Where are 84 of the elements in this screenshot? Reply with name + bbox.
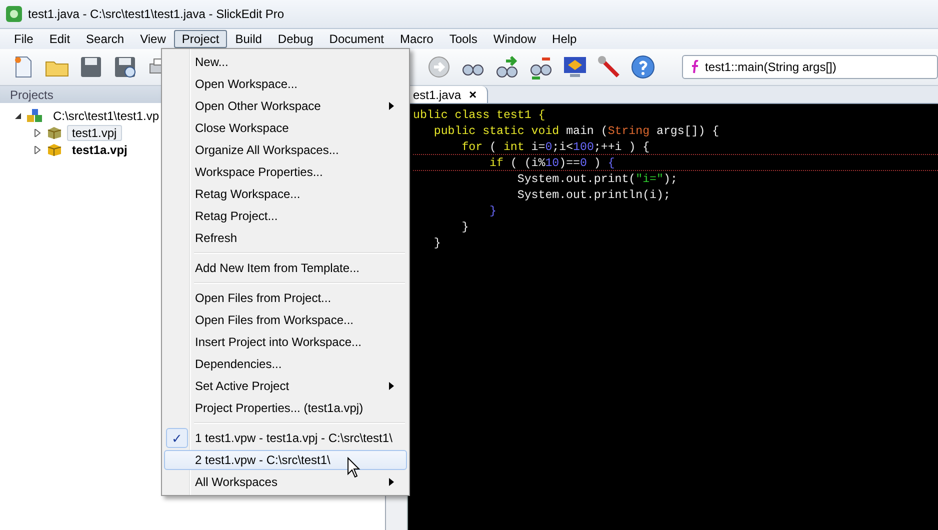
app-icon <box>6 6 22 22</box>
menu-entry[interactable]: Organize All Workspaces... <box>164 140 407 160</box>
find-next-icon[interactable] <box>494 54 520 80</box>
code-token: int <box>503 141 524 154</box>
save-all-icon[interactable] <box>112 54 138 80</box>
code-token: )== <box>559 157 580 170</box>
menu-entry[interactable]: Retag Workspace... <box>164 184 407 204</box>
check-icon: ✓ <box>166 428 188 448</box>
code-token: ); <box>663 173 678 186</box>
code-token: for <box>460 141 483 154</box>
wrench-icon[interactable] <box>596 54 622 80</box>
tree-item[interactable]: test1a.vpj <box>67 142 132 158</box>
menu-entry[interactable]: Close Workspace <box>164 118 407 138</box>
submenu-arrow-icon <box>389 102 394 110</box>
menu-entry[interactable]: Open Files from Workspace... <box>164 310 407 330</box>
collapse-icon[interactable] <box>14 112 22 120</box>
menu-entry[interactable]: Retag Project... <box>164 206 407 226</box>
menu-item[interactable]: Tools <box>441 30 486 48</box>
workspace-icon <box>27 108 43 122</box>
code-token: System.out.println(i); <box>516 189 670 202</box>
menu-entry[interactable]: ✓ 1 test1.vpw - test1a.vpj - C:\src\test1\ <box>164 428 407 448</box>
project-icon <box>47 142 62 156</box>
context-dropdown[interactable]: test1::main(String args[]) <box>682 55 938 79</box>
menu-entry[interactable]: Add New Item from Template... <box>164 258 407 278</box>
code-token: ( (i% <box>509 157 546 170</box>
tree-item[interactable]: test1.vpj <box>67 124 122 140</box>
menu-entry[interactable]: Workspace Properties... <box>164 162 407 182</box>
menu-item[interactable]: View <box>132 30 174 48</box>
context-text: test1::main(String args[]) <box>705 60 836 74</box>
code-token: } <box>460 221 469 234</box>
code-token: if <box>488 157 504 170</box>
code-token: 0 <box>545 141 552 154</box>
code-token: "i=" <box>636 173 664 186</box>
expand-icon[interactable] <box>34 146 42 154</box>
code-token: ;i< <box>552 141 574 154</box>
menu-entry[interactable]: Set Active Project <box>164 376 407 396</box>
tree-item[interactable]: C:\src\test1\test1.vp <box>48 108 164 124</box>
menu-item[interactable]: Window <box>485 30 544 48</box>
code-token: } <box>432 237 441 250</box>
code-token: i= <box>530 141 546 154</box>
save-icon[interactable] <box>78 54 104 80</box>
menu-entry[interactable]: New... <box>164 52 407 72</box>
monitor-icon[interactable] <box>562 54 588 80</box>
menu-item[interactable]: Help <box>544 30 585 48</box>
function-icon <box>691 60 699 74</box>
code-token: System.out.print( <box>516 173 636 186</box>
expand-icon[interactable] <box>34 128 42 136</box>
code-token: 10 <box>545 157 560 170</box>
menu-entry[interactable]: All Workspaces <box>164 472 407 492</box>
window-title: test1.java - C:\src\test1\test1.java - SlickEdit Pro <box>28 7 284 21</box>
code-token: args[]) { <box>656 125 720 138</box>
code-token: { <box>608 157 615 170</box>
code-token: public static void <box>432 125 560 138</box>
code-token: ( <box>488 141 498 154</box>
menu-entry[interactable]: Open Files from Project... <box>164 288 407 308</box>
code-token: main ( <box>566 125 608 138</box>
menu-item[interactable]: Macro <box>392 30 442 48</box>
menu-item[interactable]: Edit <box>41 30 78 48</box>
code-token: String <box>608 125 650 138</box>
menu-item[interactable]: Document <box>321 30 392 48</box>
project-icon <box>47 126 62 140</box>
menu-item[interactable]: Debug <box>270 30 322 48</box>
menu-entry[interactable]: Refresh <box>164 228 407 248</box>
code-token: 0 <box>580 157 587 170</box>
menu-entry[interactable]: Dependencies... <box>164 354 407 374</box>
help-icon[interactable] <box>630 54 656 80</box>
code-token: ublic class test1 { <box>413 109 546 122</box>
menu-item[interactable]: File <box>6 30 42 48</box>
menu-item[interactable]: Build <box>227 30 270 48</box>
menu-entry[interactable]: Insert Project into Workspace... <box>164 332 407 352</box>
menu-item[interactable]: Search <box>78 30 132 48</box>
submenu-arrow-icon <box>389 382 394 390</box>
editor-tab[interactable]: est1.java × <box>408 86 488 103</box>
close-icon[interactable]: × <box>469 87 477 102</box>
forward-icon[interactable] <box>426 54 452 80</box>
code-token: ) <box>592 157 602 170</box>
code-token: ;++i ) { <box>594 141 650 154</box>
menu-entry[interactable]: 2 test1.vpw - C:\src\test1\ <box>164 450 407 470</box>
code-token: } <box>488 205 496 218</box>
menu-entry[interactable]: Project Properties... (test1a.vpj) <box>164 398 407 418</box>
menu-item[interactable]: Project <box>174 30 228 48</box>
mouse-pointer-icon <box>347 457 361 479</box>
code-token: 100 <box>573 141 594 154</box>
submenu-arrow-icon <box>389 478 394 486</box>
